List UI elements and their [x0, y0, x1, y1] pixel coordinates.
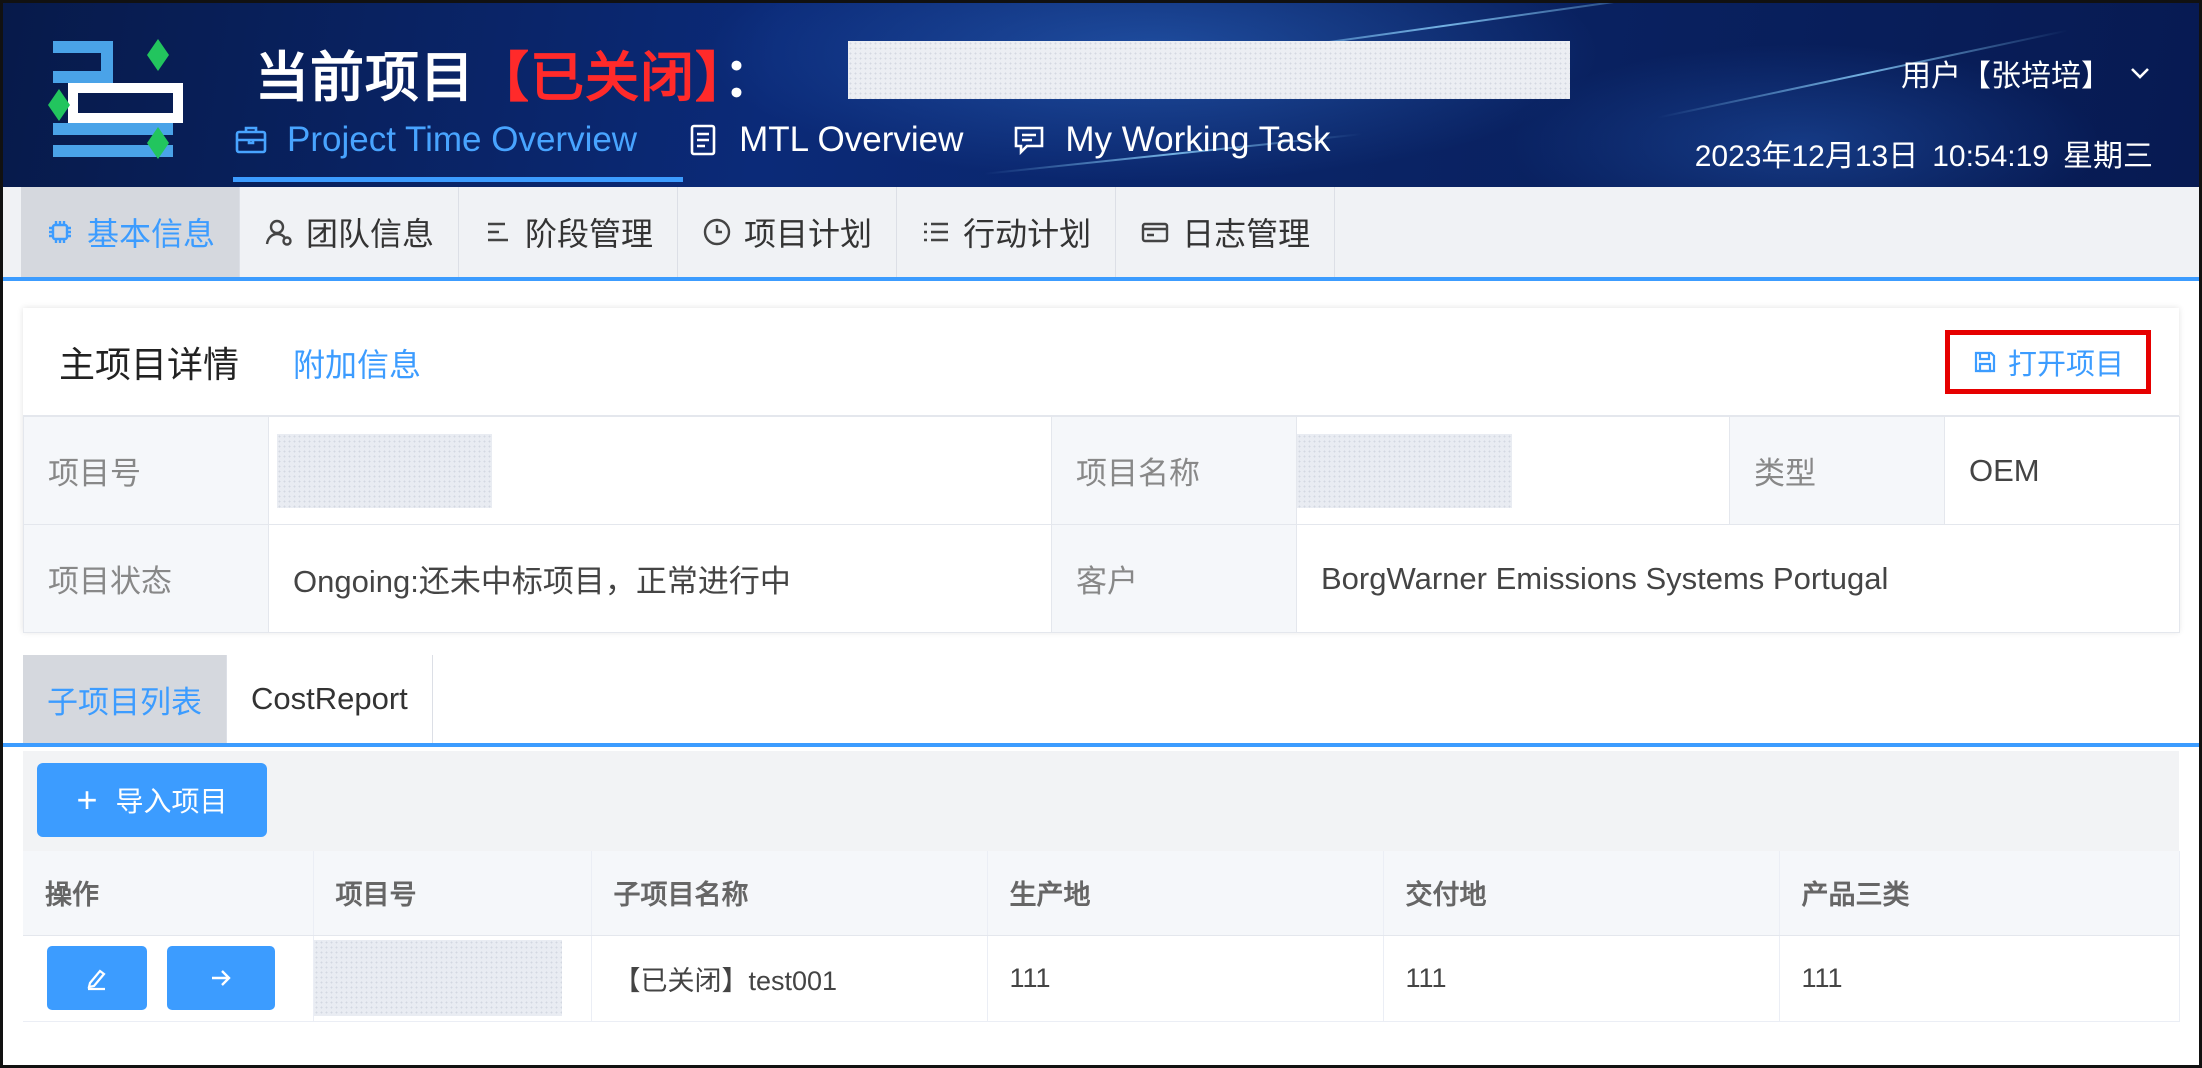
- import-project-button[interactable]: + 导入项目: [37, 763, 267, 837]
- app-window: 当前项目【已关闭】： Project Time Overview MTL Ove…: [0, 0, 2202, 1068]
- tab-label: 基本信息: [87, 216, 216, 252]
- tab-subproject-list[interactable]: 子项目列表: [23, 655, 227, 743]
- nav-my-working-task[interactable]: My Working Task: [1011, 115, 1331, 165]
- tab-label: 日志管理: [1182, 216, 1311, 252]
- row-production-site: 111: [987, 935, 1384, 1022]
- project-detail-card: 主项目详情 附加信息 打开项目 项目号 项目名称 类型 OEM 项目状态 Ong…: [23, 308, 2180, 633]
- project-no-label: 项目号: [23, 416, 269, 525]
- tab-team-info[interactable]: 团队信息: [240, 187, 460, 277]
- column-header-delivery-site: 交付地: [1383, 851, 1780, 936]
- top-navigation: Project Time Overview MTL Overview My Wo…: [233, 115, 1379, 187]
- user-menu[interactable]: 用户【张培培】: [1901, 51, 2151, 95]
- project-title: 当前项目【已关闭】：: [255, 33, 778, 112]
- open-project-button[interactable]: 打开项目: [1945, 330, 2151, 394]
- tab-basic-info[interactable]: 基本信息: [21, 187, 241, 277]
- current-datetime: 2023年12月13日 10:54:19 星期三: [1695, 131, 2153, 175]
- table-header-row: 操作 项目号 子项目名称 生产地 交付地 产品三类: [23, 851, 2180, 936]
- tab-project-plan[interactable]: 项目计划: [678, 187, 898, 277]
- status-value: Ongoing:还未中标项目，正常进行中: [268, 524, 1052, 633]
- status-label: 项目状态: [23, 524, 269, 633]
- nav-mtl-overview[interactable]: MTL Overview: [685, 115, 963, 165]
- tab-label: 项目计划: [744, 216, 873, 252]
- company-logo: [48, 39, 183, 159]
- user-label: 用户【张培培】: [1901, 60, 2111, 93]
- tab-stage-management[interactable]: 阶段管理: [459, 187, 679, 277]
- tab-label: 阶段管理: [525, 216, 654, 252]
- card-icon: [1141, 222, 1169, 243]
- tab-label: 行动计划: [963, 216, 1092, 252]
- type-label: 类型: [1729, 416, 1945, 525]
- card-header: 主项目详情 附加信息 打开项目: [23, 308, 2179, 416]
- redacted-project-no: [277, 433, 492, 508]
- extra-info-link[interactable]: 附加信息: [293, 340, 421, 386]
- current-weekday: 星期三: [2063, 140, 2153, 173]
- tab-label: 团队信息: [306, 216, 435, 252]
- document-icon: [690, 124, 716, 156]
- current-time: 10:54:19: [1932, 140, 2049, 173]
- column-header-subproject-name: 子项目名称: [591, 851, 988, 936]
- customer-value: BorgWarner Emissions Systems Portugal: [1296, 524, 2180, 633]
- type-value: OEM: [1944, 416, 2180, 525]
- row-product-category: 111: [1779, 935, 2180, 1022]
- column-header-production-site: 生产地: [987, 851, 1384, 936]
- row-actions: [23, 935, 314, 1022]
- nav-label: MTL Overview: [739, 120, 964, 159]
- subproject-toolbar: + 导入项目: [23, 751, 2179, 851]
- title-colon: ：: [723, 48, 778, 108]
- detail-row: 项目号 项目名称 类型 OEM: [23, 416, 2180, 525]
- subproject-table: 操作 项目号 子项目名称 生产地 交付地 产品三类 【已关闭】test001 1…: [23, 851, 2180, 1022]
- card-title: 主项目详情: [59, 344, 240, 385]
- column-header-project-no: 项目号: [313, 851, 592, 936]
- briefcase-icon: [235, 126, 267, 154]
- row-subproject-name: 【已关闭】test001: [591, 935, 988, 1022]
- project-detail-table: 项目号 项目名称 类型 OEM 项目状态 Ongoing:还未中标项目，正常进行…: [23, 416, 2180, 633]
- nav-project-time-overview[interactable]: Project Time Overview: [233, 115, 637, 165]
- cpu-icon: [49, 221, 71, 243]
- import-label: 导入项目: [115, 786, 228, 817]
- project-no-value: [268, 416, 1052, 525]
- message-icon: [1015, 126, 1044, 156]
- column-header-product-category: 产品三类: [1779, 851, 2180, 936]
- clock-icon: [703, 218, 731, 246]
- arrow-right-icon: [212, 970, 231, 986]
- title-prefix: 当前项目: [255, 48, 475, 108]
- current-date: 2023年12月13日: [1694, 140, 1919, 173]
- user-icon: [265, 219, 292, 246]
- redacted-project-name-value: [1297, 433, 1512, 508]
- tab-log-management[interactable]: 日志管理: [1116, 187, 1336, 277]
- nav-label: Project Time Overview: [287, 120, 638, 159]
- project-name-label: 项目名称: [1051, 416, 1297, 525]
- save-icon: [1974, 351, 1996, 373]
- detail-row: 项目状态 Ongoing:还未中标项目，正常进行中 客户 BorgWarner …: [23, 524, 2180, 633]
- pencil-icon: [87, 969, 106, 991]
- tab-action-plan[interactable]: 行动计划: [897, 187, 1117, 277]
- project-name-value: [1296, 416, 1730, 525]
- list-icon: [924, 222, 949, 242]
- redacted-project-name: [848, 41, 1570, 99]
- open-subproject-button[interactable]: [167, 946, 275, 1010]
- app-header: 当前项目【已关闭】： Project Time Overview MTL Ove…: [3, 3, 2199, 187]
- title-status: 【已关闭】: [475, 48, 723, 108]
- subproject-tabs: 子项目列表 CostReport: [3, 655, 2199, 747]
- project-subtabs: 基本信息 团队信息 阶段管理 项目计划 行动计划 日志管理: [3, 187, 2199, 281]
- plus-icon: +: [76, 779, 98, 820]
- tab-cost-report[interactable]: CostReport: [227, 655, 433, 743]
- row-project-no: [313, 935, 592, 1022]
- open-project-label: 打开项目: [2007, 349, 2124, 381]
- edit-button[interactable]: [47, 946, 147, 1010]
- chevron-down-icon: [2131, 68, 2149, 79]
- column-header-actions: 操作: [23, 851, 314, 936]
- nav-label: My Working Task: [1065, 120, 1331, 159]
- redacted-subproject-no: [313, 940, 562, 1016]
- customer-label: 客户: [1051, 524, 1297, 633]
- nav-active-indicator: [233, 177, 683, 182]
- row-delivery-site: 111: [1383, 935, 1780, 1022]
- table-row: 【已关闭】test001 111 111 111: [23, 935, 2180, 1022]
- stages-icon: [488, 222, 509, 242]
